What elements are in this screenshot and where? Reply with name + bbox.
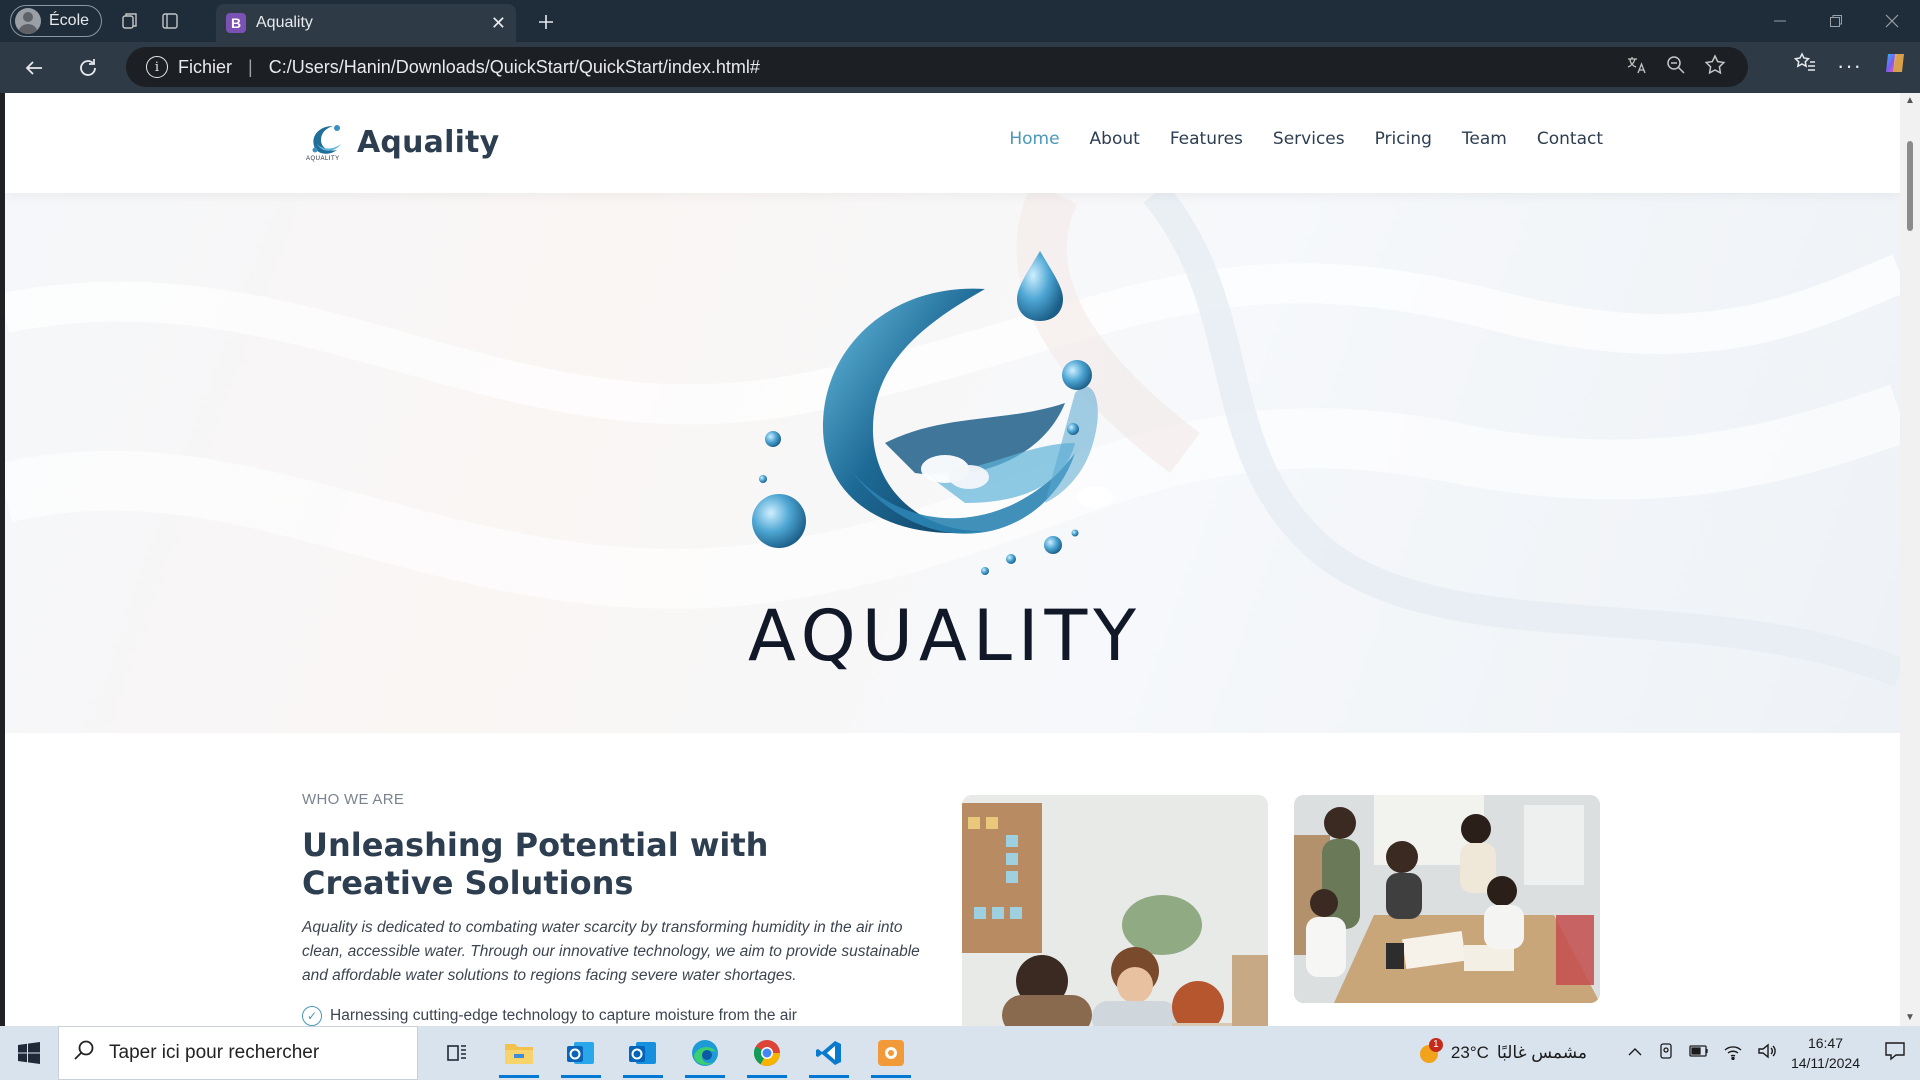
brand-mini-caption: AQUALITY	[306, 156, 340, 162]
nav-about[interactable]: About	[1090, 129, 1140, 149]
site-info-icon[interactable]: i	[146, 56, 168, 78]
hero-title: AQUALITY	[747, 595, 1143, 677]
favorites-list-icon[interactable]	[1793, 51, 1817, 80]
copilot-icon[interactable]	[1882, 50, 1908, 81]
nav-services[interactable]: Services	[1273, 129, 1345, 149]
tab-aquality[interactable]: B Aquality ✕	[216, 4, 516, 42]
weather-badge: 1	[1428, 1038, 1443, 1052]
refresh-button[interactable]	[66, 46, 110, 90]
back-button[interactable]	[12, 46, 56, 90]
app-orange-icon[interactable]	[866, 1026, 916, 1080]
notification-center-icon[interactable]	[1884, 1041, 1906, 1066]
section-paragraph: Aquality is dedicated to combating water…	[302, 919, 920, 984]
outlook-icon[interactable]	[618, 1026, 668, 1080]
who-we-are-section: WHO WE ARE Unleashing Potential with Cre…	[302, 791, 922, 1026]
close-window-button[interactable]	[1864, 0, 1920, 42]
page-viewport: AQUALITY Aquality Home About Features Se…	[5, 93, 1900, 1026]
clock-time: 16:47	[1807, 1035, 1843, 1051]
edge-browser-icon[interactable]	[680, 1026, 730, 1080]
scrollbar-thumb[interactable]	[1907, 141, 1913, 231]
address-url[interactable]: C:/Users/Hanin/Downloads/QuickStart/Quic…	[269, 57, 1626, 78]
address-scheme: Fichier	[178, 56, 233, 77]
close-tab-icon[interactable]: ✕	[491, 13, 506, 34]
feature-check-item: ✓ Harnessing cutting-edge technology to …	[302, 1006, 922, 1026]
taskbar-clock[interactable]: 16:47 14/11/2024	[1791, 1033, 1860, 1073]
brand-name: Aquality	[357, 124, 500, 160]
restore-button[interactable]	[1808, 0, 1864, 42]
search-placeholder: Taper ici pour rechercher	[109, 1042, 320, 1063]
team-photo-2	[1294, 795, 1600, 1003]
check-item-text: Harnessing cutting-edge technology to ca…	[330, 1007, 797, 1024]
weather-widget[interactable]: 1 23°C مشمس غالبًا	[1417, 1038, 1587, 1066]
windows-taskbar: Taper ici pour rechercher 1 23°C مشمس غا…	[0, 1026, 1920, 1080]
nav-pricing[interactable]: Pricing	[1375, 129, 1432, 149]
profile-label: École	[49, 12, 90, 29]
bootstrap-favicon-icon: B	[226, 13, 246, 33]
chrome-icon[interactable]	[742, 1026, 792, 1080]
more-options-icon[interactable]: ···	[1837, 53, 1862, 79]
nav-features[interactable]: Features	[1170, 129, 1243, 149]
taskbar-search-box[interactable]: Taper ici pour rechercher	[58, 1026, 418, 1080]
volume-icon[interactable]	[1757, 1042, 1777, 1065]
wifi-icon[interactable]	[1723, 1042, 1743, 1065]
favorite-star-icon[interactable]	[1704, 53, 1726, 81]
section-eyebrow: WHO WE ARE	[302, 791, 405, 808]
task-view-icon[interactable]	[432, 1026, 482, 1080]
workspaces-icon[interactable]	[110, 1, 150, 41]
minimize-button[interactable]	[1752, 0, 1808, 42]
translate-icon[interactable]	[1626, 55, 1648, 80]
vscode-icon[interactable]	[804, 1026, 854, 1080]
weather-sun-icon: 1	[1417, 1038, 1443, 1066]
weather-temp: 23°C	[1450, 1043, 1489, 1062]
hero-section: AQUALITY	[5, 193, 1900, 733]
aquality-logo-icon: AQUALITY	[305, 120, 347, 164]
outlook-new-icon[interactable]	[556, 1026, 606, 1080]
scroll-down-arrow-icon[interactable]: ▼	[1904, 1012, 1916, 1024]
check-circle-icon: ✓	[302, 1006, 322, 1026]
show-hidden-icons-chevron-icon[interactable]	[1627, 1044, 1643, 1062]
nav-team[interactable]: Team	[1462, 129, 1507, 149]
site-header: AQUALITY Aquality Home About Features Se…	[5, 93, 1900, 193]
site-brand[interactable]: AQUALITY Aquality	[305, 120, 499, 164]
nav-home[interactable]: Home	[1009, 129, 1059, 149]
profile-avatar-icon	[15, 8, 41, 34]
page-scrollbar[interactable]: ▲ ▼	[1900, 93, 1920, 1026]
tab-actions-icon[interactable]	[150, 1, 190, 41]
browser-title-bar: École B Aquality ✕	[0, 0, 1920, 42]
battery-icon[interactable]	[1689, 1044, 1709, 1063]
nav-contact[interactable]: Contact	[1537, 129, 1603, 149]
new-tab-button[interactable]	[526, 2, 566, 42]
start-button[interactable]	[0, 1026, 58, 1080]
address-separator: |	[248, 56, 253, 77]
file-explorer-icon[interactable]	[494, 1026, 544, 1080]
tab-title: Aquality	[256, 14, 313, 31]
browser-toolbar: i Fichier | C:/Users/Hanin/Downloads/Qui…	[0, 42, 1920, 93]
section-heading: Unleashing Potential with Creative Solut…	[302, 826, 769, 902]
zoom-icon[interactable]	[1666, 55, 1686, 80]
search-icon	[73, 1039, 95, 1067]
address-bar[interactable]: i Fichier | C:/Users/Hanin/Downloads/Qui…	[126, 47, 1748, 87]
meet-now-icon[interactable]	[1657, 1042, 1675, 1065]
system-tray: 1 23°C مشمس غالبًا 16:47 14/11/2024	[1417, 1026, 1920, 1080]
clock-date: 14/11/2024	[1790, 1055, 1860, 1071]
team-photo-1	[962, 795, 1268, 1026]
weather-text: مشمس غالبًا	[1496, 1043, 1587, 1062]
scroll-up-arrow-icon[interactable]: ▲	[1904, 95, 1916, 107]
profile-button[interactable]: École	[10, 5, 103, 37]
main-nav: Home About Features Services Pricing Tea…	[1009, 129, 1603, 149]
